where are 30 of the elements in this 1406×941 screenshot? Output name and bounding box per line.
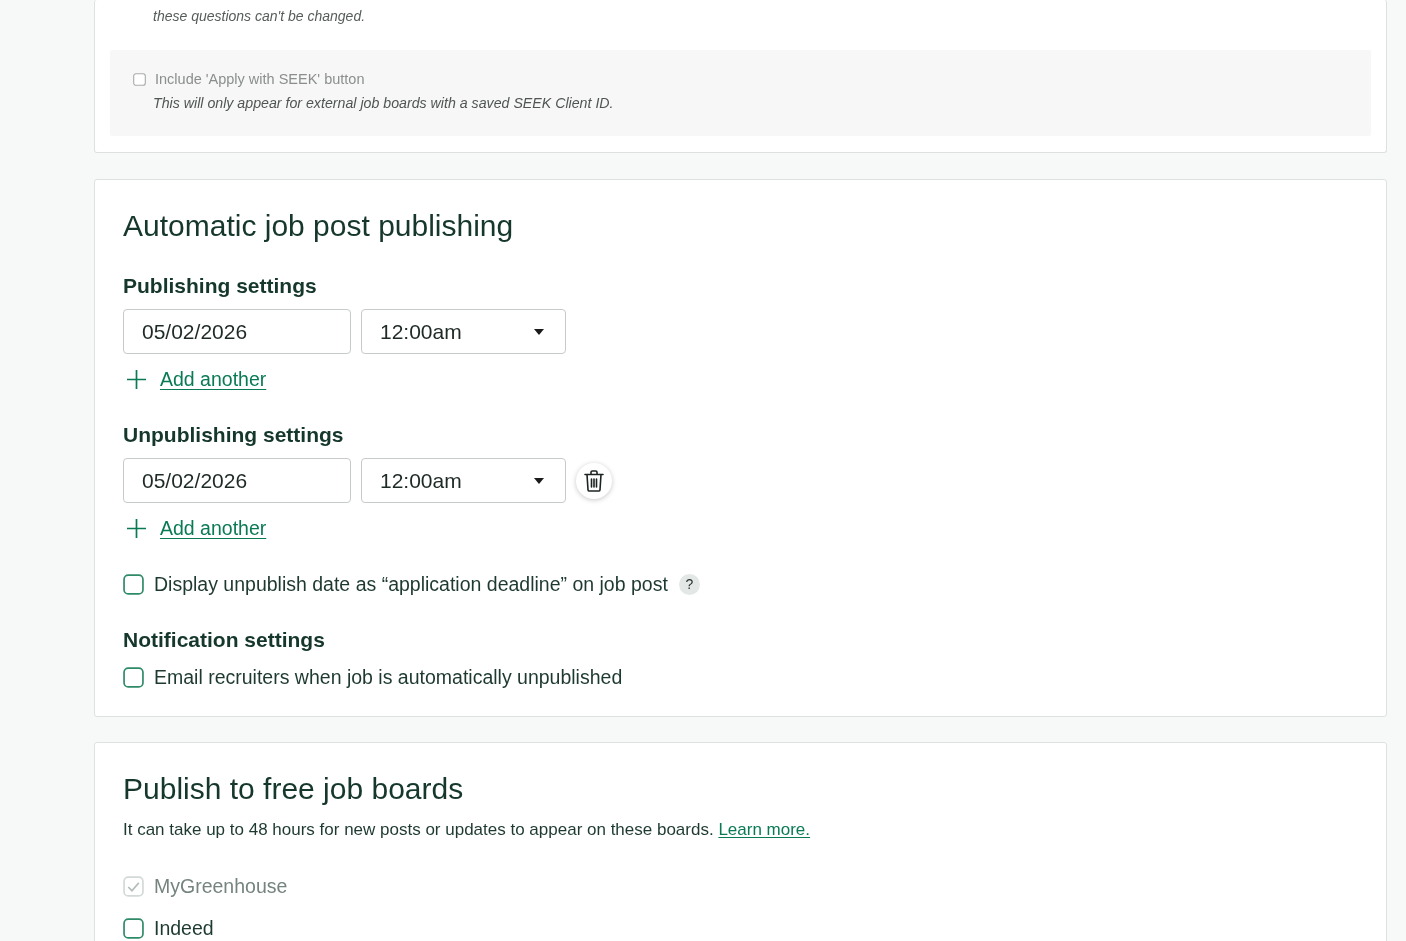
learn-more-link[interactable]: Learn more. xyxy=(718,820,811,839)
option-label: MyGreenhouse xyxy=(154,874,288,898)
description-text: It can take up to 48 hours for new posts or updates to appear on these boards. Learn more. xyxy=(123,819,812,841)
date-field[interactable]: 05/02/2026 xyxy=(123,309,351,354)
section-heading: Unpublishing settings xyxy=(123,423,345,447)
plus-icon[interactable] xyxy=(127,369,146,389)
add-another-link[interactable]: Add another xyxy=(160,516,267,540)
checkbox[interactable] xyxy=(123,666,144,688)
time-select[interactable]: 12:00am xyxy=(361,458,566,503)
add-another-link[interactable]: Add another xyxy=(160,367,267,391)
description-text: these questions can't be changed. xyxy=(152,7,367,25)
option-label: Indeed xyxy=(154,916,214,940)
delete-button[interactable] xyxy=(576,462,612,499)
plus-icon[interactable] xyxy=(127,518,146,538)
section-title: Automatic job post publishing xyxy=(123,209,515,243)
section-heading: Notification settings xyxy=(123,628,326,652)
checkbox[interactable] xyxy=(123,917,144,939)
caret-icon xyxy=(534,328,544,335)
option-label: Email recruiters when job is automatically unpublished xyxy=(154,665,623,689)
option-label: Display unpublish date as “application deadline” on job post xyxy=(154,572,668,596)
checkbox[interactable] xyxy=(123,573,144,595)
time-select[interactable]: 12:00am xyxy=(361,309,566,354)
section-heading: Publishing settings xyxy=(123,274,318,298)
option-label: Include 'Apply with SEEK' button xyxy=(155,71,365,87)
section-title: Publish to free job boards xyxy=(123,772,465,806)
caret-icon xyxy=(534,477,544,484)
trash-icon xyxy=(584,469,604,492)
note-text: This will only appear for external job boards with a saved SEEK Client ID. xyxy=(153,95,615,112)
help-button[interactable]: ? xyxy=(678,573,700,595)
date-field[interactable]: 05/02/2026 xyxy=(123,458,351,503)
